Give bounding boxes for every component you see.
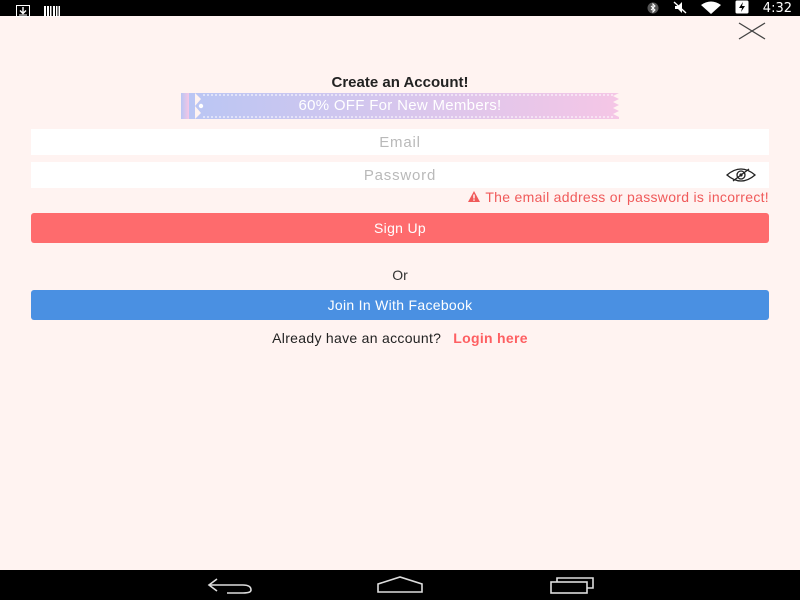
error-text: The email address or password is incorre… [485,189,769,205]
bluetooth-icon [647,0,659,18]
password-field[interactable] [31,162,769,188]
barcode-icon [44,2,60,21]
wifi-icon [700,0,721,18]
page-title: Create an Account! [331,74,469,91]
home-icon[interactable] [376,576,424,598]
close-icon [738,22,766,40]
password-input[interactable] [31,162,769,188]
login-prompt: Already have an account? Login here [0,330,800,346]
email-input[interactable] [31,129,769,155]
promo-text: 60% OFF For New Members! [298,97,502,114]
warning-icon [468,189,481,205]
login-link[interactable]: Login here [453,330,528,346]
battery-charging-icon [735,0,749,18]
toggle-password-visibility-icon[interactable] [725,167,757,183]
or-divider: Or [392,267,408,283]
recent-apps-icon[interactable] [549,576,595,598]
clock: 4:32 [762,0,792,16]
sign-up-button[interactable]: Sign Up [31,213,769,243]
status-bar: 4:32 [0,0,800,18]
email-field[interactable] [31,129,769,155]
error-message: The email address or password is incorre… [468,189,769,205]
download-icon [16,2,30,21]
already-text: Already have an account? [272,330,442,346]
facebook-join-button[interactable]: Join In With Facebook [31,290,769,320]
navigation-bar [0,570,800,600]
back-icon[interactable] [207,576,253,598]
mute-icon [673,0,687,18]
close-button[interactable] [738,22,766,40]
promo-banner: 60% OFF For New Members! [181,93,619,119]
